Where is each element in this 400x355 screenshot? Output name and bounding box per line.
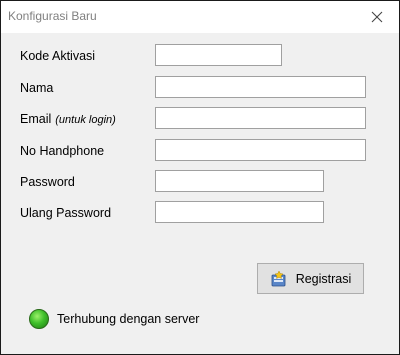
email-input[interactable] xyxy=(155,107,366,129)
registrasi-button[interactable]: Registrasi xyxy=(257,263,364,294)
kode-aktivasi-input[interactable] xyxy=(155,44,282,66)
close-button[interactable] xyxy=(355,1,399,33)
email-label-text: Email xyxy=(20,112,52,126)
email-label: Email (untuk login) xyxy=(20,112,116,126)
password-label: Password xyxy=(20,175,75,189)
ulang-password-input[interactable] xyxy=(155,201,324,223)
register-icon xyxy=(271,269,286,286)
window-title: Konfigurasi Baru xyxy=(8,9,97,23)
ulang-password-label: Ulang Password xyxy=(20,206,112,220)
email-hint: (untuk login) xyxy=(55,114,116,126)
status-text: Terhubung dengan server xyxy=(57,312,200,326)
no-handphone-input[interactable] xyxy=(155,139,366,161)
kode-aktivasi-label: Kode Aktivasi xyxy=(20,49,96,63)
nama-input[interactable] xyxy=(155,76,366,98)
connection-status: Terhubung dengan server xyxy=(29,309,199,329)
password-input[interactable] xyxy=(155,170,324,192)
close-icon xyxy=(371,11,383,23)
nama-label: Nama xyxy=(20,81,54,95)
registrasi-label: Registrasi xyxy=(295,271,352,286)
no-handphone-label: No Handphone xyxy=(20,144,105,158)
title-bar: Konfigurasi Baru xyxy=(1,1,399,33)
dialog-window: Konfigurasi Baru Kode Aktivasi Nama Emai… xyxy=(0,0,400,355)
status-indicator-icon xyxy=(29,309,49,329)
